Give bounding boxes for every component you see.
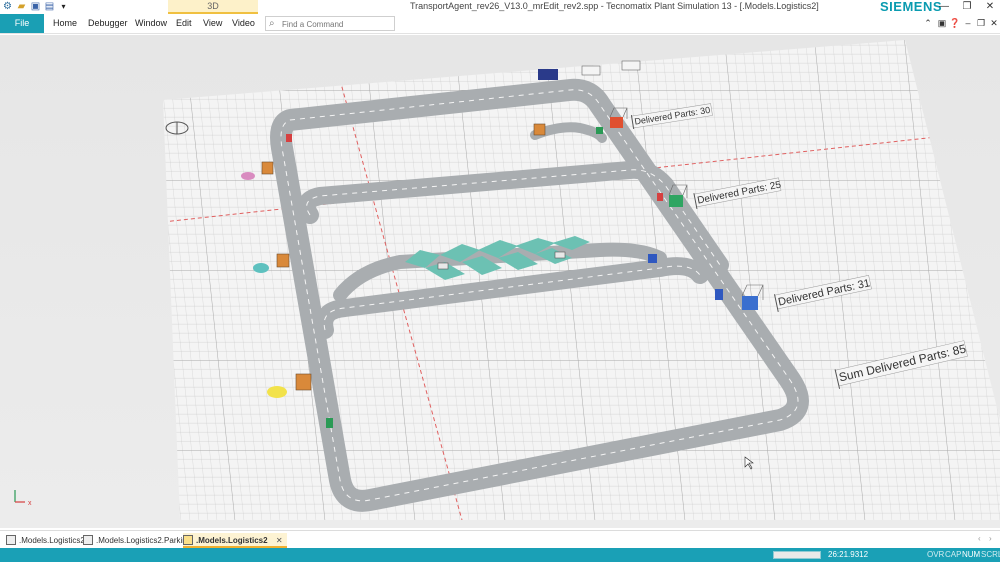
source-disk-pink[interactable] [241,172,255,180]
tab-scroll-right-icon[interactable]: › [989,534,992,543]
simulation-time: 26:21.9312 [828,550,869,559]
brand-logo: SIEMENS [880,0,943,14]
scrl-indicator: SCRL [981,550,1000,559]
mdi-restore-icon[interactable]: ❐ [975,17,987,29]
tab-edit[interactable]: Edit [176,14,192,33]
vehicle[interactable] [326,418,333,428]
tab-home[interactable]: Home [53,14,77,33]
cap-indicator: CAP [945,550,962,559]
tab-video[interactable]: Video [232,14,255,33]
mdi-close-icon[interactable]: ✕ [988,17,1000,29]
frame-icon [6,535,16,545]
axis-gizmo: x [14,490,32,507]
checker-icon[interactable] [538,69,558,80]
save-all-icon[interactable]: ▤ [44,1,55,12]
display-icon[interactable] [621,60,641,71]
doc-tab-logistics2-3d[interactable]: .Models.Logistics2 ✕ [183,533,287,548]
quick-access-toolbar: ⚙ ▰ ▣ ▤ ▾ [2,1,69,12]
context-tab-3d[interactable]: 3D [168,0,258,14]
3d-frame-icon [183,535,193,545]
title-bar: ⚙ ▰ ▣ ▤ ▾ 3D TransportAgent_rev26_V13.0_… [0,0,1000,14]
vehicle[interactable] [596,127,603,134]
doc-tab-logistics2[interactable]: .Models.Logistics2 [6,533,85,548]
tab-debugger[interactable]: Debugger [88,14,128,33]
status-bar: 26:21.9312 OVR CAP NUM SCRL [0,548,1000,562]
doc-tab-label: .Models.Logistics2.Parking [96,536,192,545]
document-tab-bar: .Models.Logistics2 .Models.Logistics2.Pa… [0,530,1000,548]
close-tab-icon[interactable]: ✕ [276,536,283,545]
tab-view[interactable]: View [203,14,222,33]
source-disk-yellow[interactable] [267,386,287,398]
close-icon[interactable]: ✕ [982,1,998,13]
source-disk-cyan[interactable] [253,263,269,273]
crate[interactable] [295,373,312,391]
vehicle[interactable] [715,289,723,300]
vehicle[interactable] [657,193,663,201]
command-search[interactable]: ⌕ [265,16,395,31]
open-folder-icon[interactable]: ▰ [16,1,27,12]
window-title: TransportAgent_rev26_V13.0_mrEdit_rev2.s… [410,1,819,11]
doc-tab-parking[interactable]: .Models.Logistics2.Parking [83,533,191,548]
mdi-minimize-icon[interactable]: – [962,17,974,29]
ovr-indicator: OVR [927,550,945,559]
simulation-progress-bar [773,551,821,559]
crate[interactable] [261,161,274,175]
restore-icon[interactable]: ❐ [959,1,975,13]
ribbon-collapse-icon[interactable]: ⌃ [922,17,934,29]
help-icon[interactable]: ❓ [949,17,961,29]
frame-icon [83,535,93,545]
app-icon[interactable]: ⚙ [2,1,13,12]
ribbon-bar: File Home Debugger Window Edit View Vide… [0,14,1000,34]
command-search-input[interactable] [282,18,392,30]
tab-window[interactable]: Window [135,14,167,33]
tab-file[interactable]: File [0,14,44,33]
doc-tab-label: .Models.Logistics2 [19,536,85,545]
customize-icon[interactable]: ▾ [58,1,69,12]
crate[interactable] [533,123,546,136]
doc-tab-label: .Models.Logistics2 [196,536,268,545]
3d-viewport[interactable]: x Delivered Parts: 30 Delivered Parts: 2… [0,35,1000,528]
search-icon: ⌕ [269,18,275,29]
svg-text:x: x [28,500,32,507]
save-icon[interactable]: ▣ [30,1,41,12]
ribbon-options-icon[interactable]: ▣ [936,17,948,29]
vehicle[interactable] [286,134,292,142]
num-indicator: NUM [962,550,981,559]
minimize-icon[interactable]: — [936,1,952,13]
crate[interactable] [276,253,290,268]
tab-scroll-left-icon[interactable]: ‹ [978,534,981,543]
scene-3d[interactable]: x Delivered Parts: 30 Delivered Parts: 2… [0,35,1000,528]
display-icon[interactable] [581,65,601,76]
vehicle[interactable] [648,254,657,263]
